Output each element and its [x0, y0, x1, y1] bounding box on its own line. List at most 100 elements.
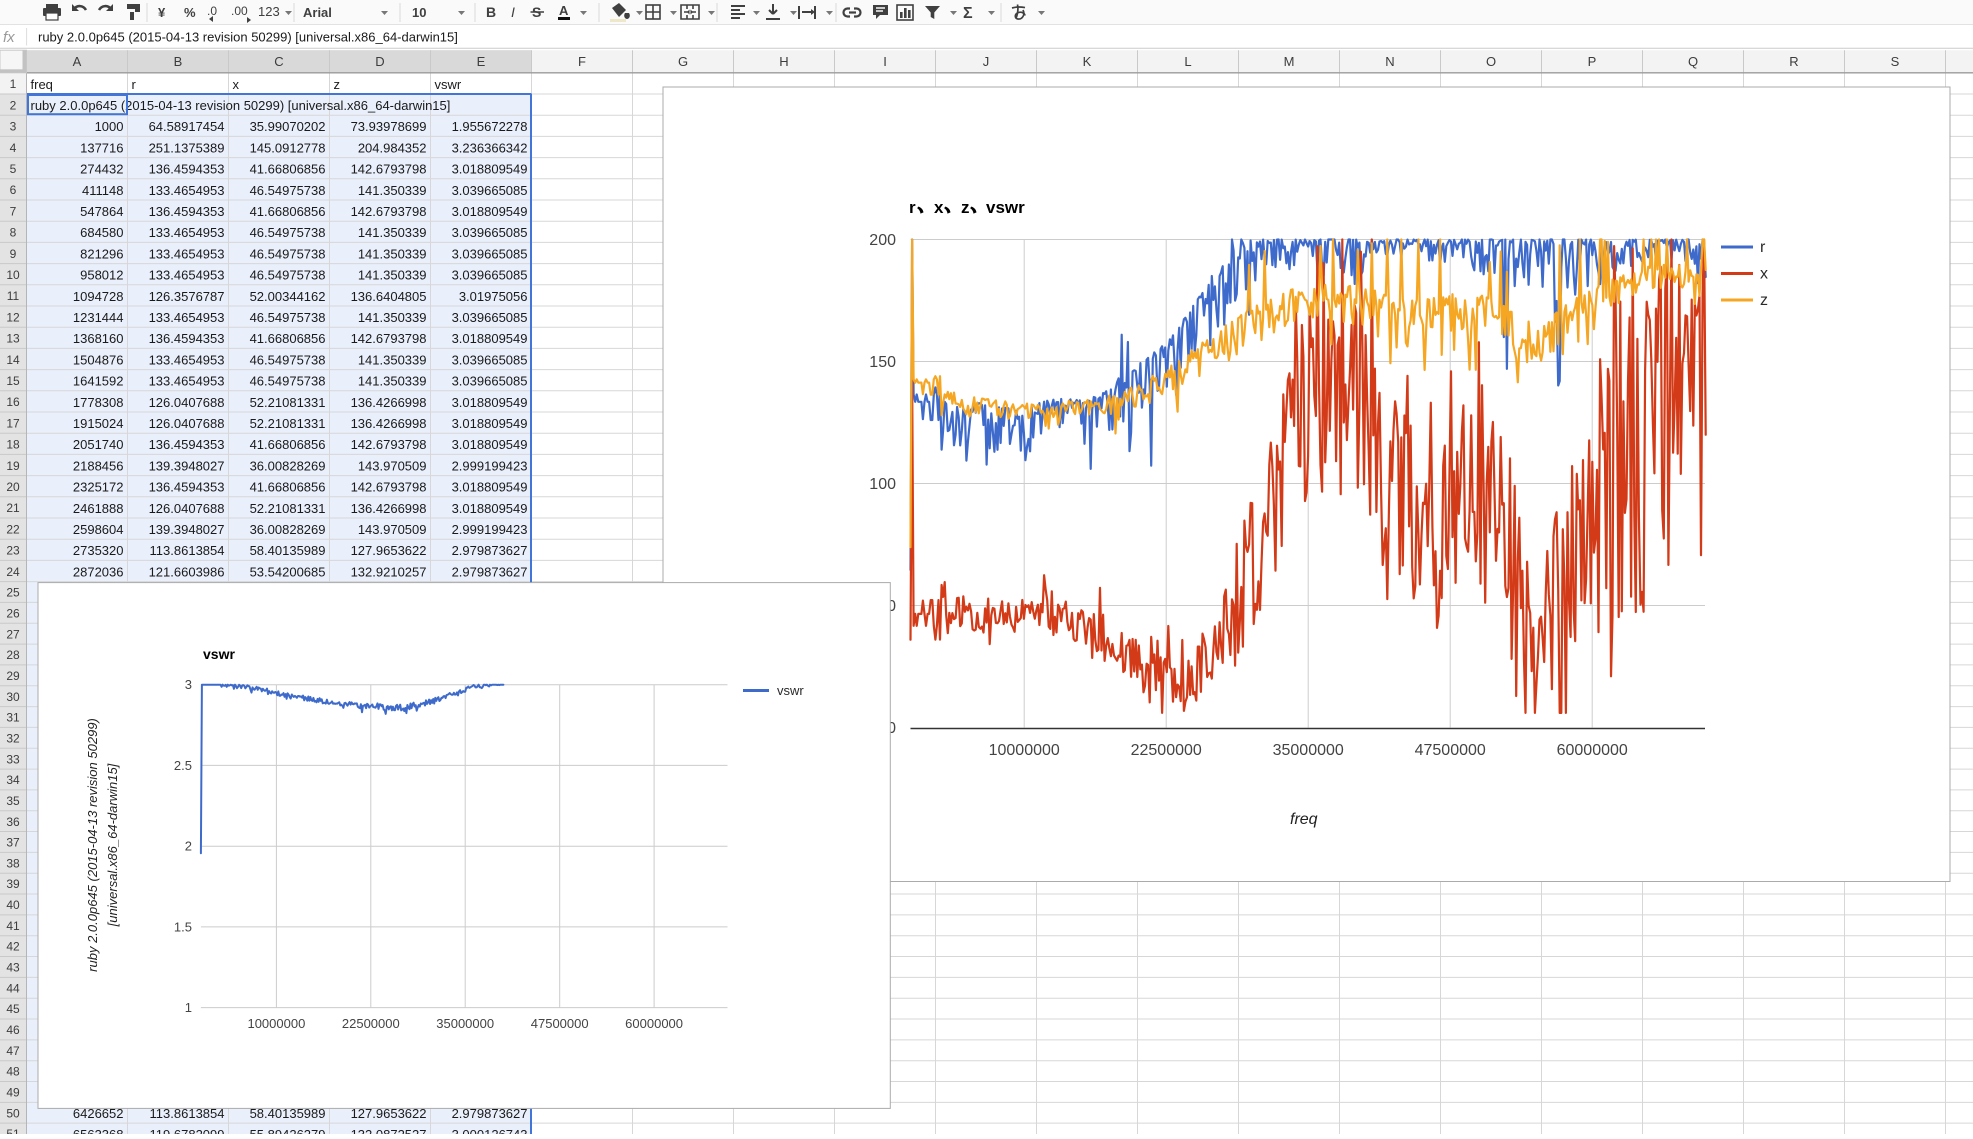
svg-text:47500000: 47500000	[1415, 742, 1486, 759]
svg-text:204.984352: 204.984352	[358, 140, 427, 155]
svg-text:136.4266998: 136.4266998	[351, 501, 427, 516]
svg-text:141.350339: 141.350339	[358, 268, 427, 283]
svg-text:29: 29	[6, 669, 20, 683]
svg-text:18: 18	[6, 438, 20, 452]
svg-text:M: M	[1284, 54, 1295, 69]
svg-text:137716: 137716	[80, 140, 123, 155]
svg-text:141.350339: 141.350339	[358, 183, 427, 198]
svg-text:2188456: 2188456	[73, 458, 124, 473]
svg-text:S: S	[1891, 54, 1900, 69]
svg-text:ruby 2.0.0p645 (2015-04-13 rev: ruby 2.0.0p645 (2015-04-13 revision 5029…	[31, 98, 451, 113]
svg-text:547864: 547864	[80, 204, 123, 219]
svg-text:126.0407688: 126.0407688	[149, 416, 225, 431]
svg-text:25: 25	[6, 586, 20, 600]
svg-text:55.89426279: 55.89426279	[250, 1127, 326, 1134]
svg-text:821296: 821296	[80, 246, 123, 261]
svg-text:I: I	[883, 54, 887, 69]
svg-text:132.9210257: 132.9210257	[351, 564, 427, 579]
svg-text:¥: ¥	[158, 5, 166, 20]
svg-text:35000000: 35000000	[1273, 742, 1344, 759]
svg-text:139.3948027: 139.3948027	[149, 522, 225, 537]
svg-text:22500000: 22500000	[1131, 742, 1202, 759]
svg-text:O: O	[1486, 54, 1496, 69]
svg-text:26: 26	[6, 607, 20, 621]
svg-text:121.6603986: 121.6603986	[149, 564, 225, 579]
svg-text:C: C	[274, 54, 283, 69]
svg-text:44: 44	[6, 981, 20, 995]
svg-text:48: 48	[6, 1065, 20, 1079]
svg-text:46.54975738: 46.54975738	[250, 268, 326, 283]
svg-text:958012: 958012	[80, 268, 123, 283]
svg-text:3.018809549: 3.018809549	[452, 395, 528, 410]
svg-text:N: N	[1385, 54, 1394, 69]
svg-text:28: 28	[6, 648, 20, 662]
svg-text:126.0407688: 126.0407688	[149, 501, 225, 516]
svg-text:73.93978699: 73.93978699	[351, 119, 427, 134]
svg-text:32: 32	[6, 731, 20, 745]
svg-text:52.21081331: 52.21081331	[250, 395, 326, 410]
svg-text:2461888: 2461888	[73, 501, 124, 516]
svg-text:6563368: 6563368	[73, 1127, 124, 1134]
svg-text:23: 23	[6, 544, 20, 558]
svg-text:136.4594353: 136.4594353	[149, 204, 225, 219]
svg-text:6: 6	[10, 183, 17, 197]
svg-text:50: 50	[6, 1106, 20, 1120]
svg-text:141.350339: 141.350339	[358, 310, 427, 325]
svg-text:41: 41	[6, 919, 20, 933]
svg-text:x: x	[1760, 266, 1768, 283]
svg-text:141.350339: 141.350339	[358, 246, 427, 261]
svg-text:411148: 411148	[82, 183, 123, 198]
svg-text:1: 1	[185, 1000, 192, 1015]
svg-text:P: P	[1588, 54, 1597, 69]
svg-text:136.4266998: 136.4266998	[351, 395, 427, 410]
svg-text:vswr: vswr	[986, 198, 1025, 217]
svg-text:33: 33	[6, 752, 20, 766]
svg-text:9: 9	[10, 247, 17, 261]
svg-text:41.66806856: 41.66806856	[250, 204, 326, 219]
svg-text:684580: 684580	[80, 225, 123, 240]
svg-text:41.66806856: 41.66806856	[250, 480, 326, 495]
svg-text:46.54975738: 46.54975738	[250, 310, 326, 325]
svg-text:41.66806856: 41.66806856	[250, 162, 326, 177]
svg-text:136.4594353: 136.4594353	[149, 162, 225, 177]
svg-text:51: 51	[6, 1127, 20, 1134]
svg-text:B: B	[174, 54, 183, 69]
svg-text:136.4266998: 136.4266998	[351, 416, 427, 431]
svg-text:1915024: 1915024	[73, 416, 124, 431]
svg-text:133.4654953: 133.4654953	[149, 310, 225, 325]
svg-text:10000000: 10000000	[247, 1016, 305, 1031]
svg-text:2735320: 2735320	[73, 543, 124, 558]
svg-text:G: G	[678, 54, 688, 69]
svg-text:2: 2	[185, 839, 192, 854]
svg-text:vswr: vswr	[435, 77, 462, 92]
svg-text:freq: freq	[31, 77, 53, 92]
svg-text:3.018809549: 3.018809549	[452, 437, 528, 452]
svg-text:35: 35	[6, 794, 20, 808]
svg-text:133.4654953: 133.4654953	[149, 225, 225, 240]
svg-text:141.350339: 141.350339	[358, 352, 427, 367]
svg-text:12: 12	[6, 310, 20, 324]
svg-text:145.0912778: 145.0912778	[250, 140, 326, 155]
svg-text:119.6782099: 119.6782099	[150, 1127, 225, 1134]
svg-text:127.9653622: 127.9653622	[351, 543, 427, 558]
svg-text:1231444: 1231444	[73, 310, 124, 325]
svg-text:136.4594353: 136.4594353	[149, 437, 225, 452]
svg-text:10: 10	[412, 5, 426, 20]
svg-text:47: 47	[6, 1044, 20, 1058]
svg-text:[universal.x86_64-darwin15]: [universal.x86_64-darwin15]	[105, 763, 120, 927]
svg-text:13: 13	[6, 332, 20, 346]
svg-text:43: 43	[6, 961, 20, 975]
svg-text:22: 22	[6, 522, 20, 536]
svg-text:%: %	[184, 5, 196, 20]
svg-text:126.0407688: 126.0407688	[149, 395, 225, 410]
svg-text:142.6793798: 142.6793798	[351, 480, 427, 495]
svg-text:47500000: 47500000	[531, 1016, 589, 1031]
svg-text:45: 45	[6, 1002, 20, 1016]
svg-text:123: 123	[258, 4, 280, 19]
svg-text:20: 20	[6, 480, 20, 494]
svg-text:2.999199423: 2.999199423	[452, 522, 528, 537]
svg-text:58.40135989: 58.40135989	[250, 543, 326, 558]
svg-text:274432: 274432	[80, 162, 123, 177]
svg-text:2.979873627: 2.979873627	[452, 564, 528, 579]
svg-text:133.4654953: 133.4654953	[149, 374, 225, 389]
